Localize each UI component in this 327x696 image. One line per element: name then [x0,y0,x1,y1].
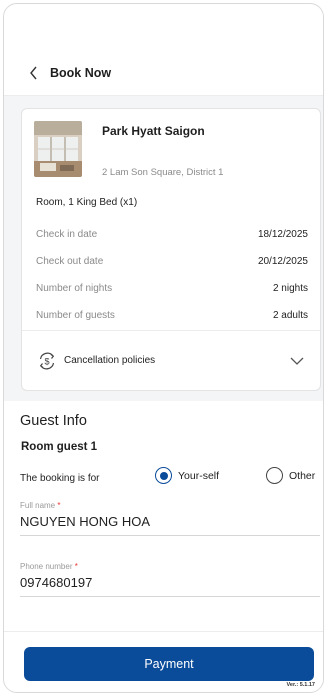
booking-for-label: The booking is for [20,473,100,484]
cancellation-label: Cancellation policies [64,355,156,366]
detail-row-check-in: Check in date 18/12/2025 [36,229,308,240]
detail-label: Check out date [36,256,104,267]
version-label: Ver.: 5.1.17 [286,682,315,688]
hotel-name: Park Hyatt Saigon [102,124,205,138]
phone-label: Phone number [20,562,73,571]
detail-value: 20/12/2025 [257,256,308,267]
svg-text:$: $ [44,356,49,366]
detail-label: Check in date [36,229,98,240]
field-label: Phone number * [20,562,320,571]
detail-row-guests: Number of guests 2 adults [36,310,308,321]
chevron-down-icon [290,357,304,365]
radio-label: Other [289,469,316,482]
radio-selected-icon [155,467,172,484]
radio-yourself[interactable]: Your-self [155,467,219,484]
hotel-address: 2 Lam Son Square, District 1 [102,167,224,178]
radio-unselected-icon [266,467,283,484]
page-title: Book Now [50,66,112,80]
cancellation-policies-toggle[interactable]: $ Cancellation policies [22,331,320,391]
phone-number-input[interactable] [20,571,320,596]
full-name-label: Full name [20,501,56,510]
room-type: Room, 1 King Bed (x1) [36,197,138,208]
required-mark: * [74,562,78,571]
radio-other[interactable]: Other [266,467,315,484]
footer: Payment Ver.: 5.1.17 [4,631,323,692]
detail-value: 18/12/2025 [257,229,308,240]
detail-value: 2 nights [272,283,308,294]
booking-summary-card: Park Hyatt Saigon 2 Lam Son Square, Dist… [21,108,321,391]
back-button[interactable]: Book Now [28,62,148,84]
detail-label: Number of guests [36,310,115,321]
required-mark: * [57,501,61,510]
detail-row-check-out: Check out date 20/12/2025 [36,256,308,267]
radio-label: Your-self [178,469,220,482]
room-guest-heading: Room guest 1 [21,441,98,453]
section-title: Guest Info [20,413,87,429]
phone-number-field: Phone number * [20,562,320,597]
detail-label: Number of nights [36,283,113,294]
guest-info-section: Guest Info Room guest 1 The booking is f… [4,401,323,631]
hotel-thumbnail [34,121,82,177]
full-name-field: Full name * [20,501,320,536]
full-name-input[interactable] [20,510,320,535]
chevron-left-icon [30,66,37,80]
refund-policy-icon: $ [39,352,55,370]
app-screen: Book Now Park Hyatt Saigon 2 Lam Son Squ… [3,3,324,693]
detail-row-nights: Number of nights 2 nights [36,283,308,294]
payment-button[interactable]: Payment [24,647,314,681]
header: Book Now [4,4,323,96]
field-label: Full name * [20,501,320,510]
detail-value: 2 adults [272,310,308,321]
